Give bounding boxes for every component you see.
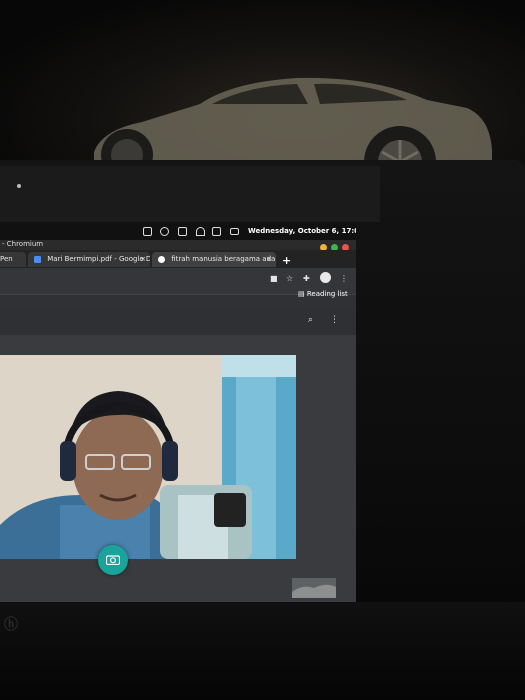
tab-close-icon[interactable]: × [266, 252, 272, 267]
reading-list-icon: ▤ [298, 290, 307, 298]
tab-label: fitrah manusia beragama ada [171, 255, 276, 263]
photo-scene: Wednesday, October 6, 17:01 - Chromium P… [0, 0, 525, 700]
camera-icon[interactable]: ■ [270, 274, 278, 283]
browser-toolbar: ■ ☆ ✚ ⋮ ▤ Reading list [0, 268, 356, 298]
more-vert-icon[interactable]: ⋮ [330, 315, 339, 325]
star-icon[interactable]: ☆ [286, 274, 293, 283]
new-tab-button[interactable]: + [282, 254, 291, 267]
more-vert-icon[interactable]: ⋮ [340, 274, 348, 283]
puzzle-icon[interactable]: ✚ [303, 274, 310, 283]
camera-icon [106, 555, 120, 565]
shield-icon[interactable] [160, 227, 169, 236]
drive-icon[interactable] [178, 227, 187, 236]
thumbnail-image [292, 578, 336, 598]
window-title: - Chromium [2, 240, 44, 248]
page-header: ⌕ ⋮ [0, 307, 356, 335]
camera-app [0, 335, 356, 602]
laptop-base [0, 602, 525, 700]
reading-list-button[interactable]: ▤ Reading list [298, 290, 348, 298]
app-indicator-icon[interactable] [143, 227, 152, 236]
tab-label: Mari Bermimpi.pdf - Google D [47, 255, 150, 263]
wifi-icon[interactable] [196, 227, 205, 236]
webcam-image [0, 355, 296, 559]
gallery-thumbnail[interactable] [292, 578, 336, 598]
system-clock[interactable]: Wednesday, October 6, 17:01 [248, 227, 356, 235]
shutter-button[interactable] [98, 545, 128, 575]
system-top-bar: Wednesday, October 6, 17:01 [0, 224, 356, 240]
camera-preview [0, 355, 296, 559]
hp-logo: ⓗ [4, 617, 18, 633]
google-drive-icon [34, 255, 41, 263]
webcam-light [17, 184, 21, 188]
tab-label: Pen [0, 255, 13, 263]
reading-list-label: Reading list [306, 290, 348, 298]
volume-icon[interactable] [212, 227, 221, 236]
laptop-bezel [0, 166, 380, 222]
tab-strip: Pen Mari Bermimpi.pdf - Google D × fitra… [0, 250, 356, 268]
tab-close-icon[interactable]: × [140, 252, 146, 267]
google-icon [158, 255, 165, 263]
tab-fitrah[interactable]: fitrah manusia beragama ada × [152, 252, 276, 267]
tab-mari-bermimpi[interactable]: Mari Bermimpi.pdf - Google D × [28, 252, 150, 267]
tab-pen[interactable]: Pen [0, 252, 26, 267]
laptop-screen: Wednesday, October 6, 17:01 - Chromium P… [0, 224, 356, 602]
battery-icon[interactable] [230, 228, 239, 235]
avatar-icon[interactable] [320, 272, 331, 283]
search-icon[interactable]: ⌕ [308, 315, 313, 325]
